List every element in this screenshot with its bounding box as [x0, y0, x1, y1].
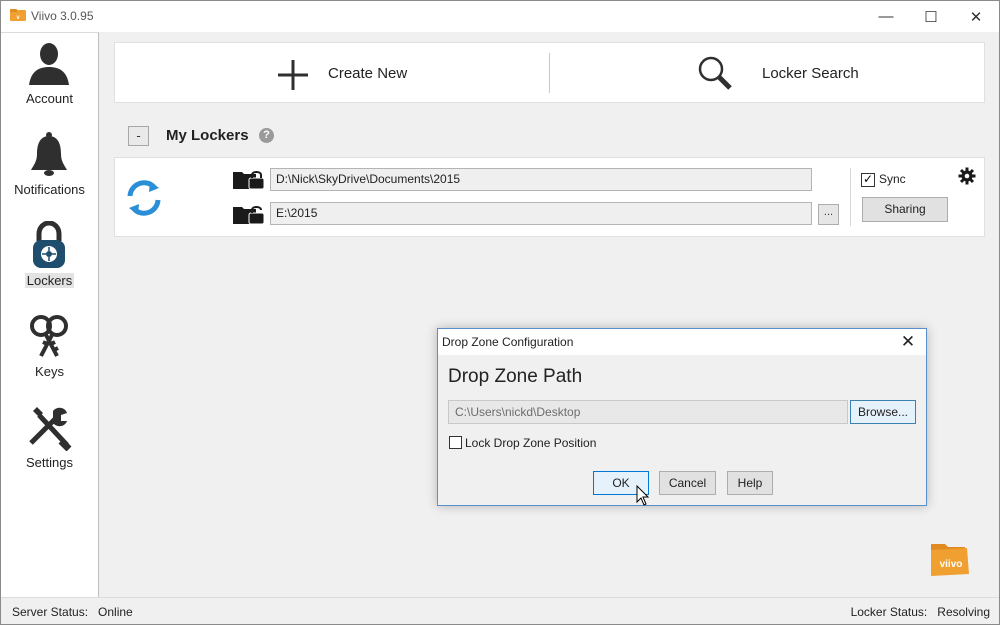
create-new-label: Create New — [328, 65, 408, 82]
mouse-cursor-icon — [636, 485, 650, 506]
locker-search-label: Locker Search — [762, 65, 859, 82]
sync-label: Sync — [879, 172, 906, 186]
drop-zone-heading: Drop Zone Path — [448, 366, 583, 387]
drop-zone-path-field[interactable]: C:\Users\nickd\Desktop — [448, 400, 848, 424]
sidebar-item-label-text: Lockers — [24, 273, 75, 288]
local-path-field[interactable]: E:\2015 — [270, 202, 812, 225]
browse-local-button[interactable]: ... — [818, 204, 839, 225]
plus-icon — [278, 60, 308, 90]
action-bar: Create New Locker Search — [114, 42, 985, 103]
sidebar-item-label: Account — [26, 91, 73, 106]
dialog-close-button[interactable]: ✕ — [896, 331, 920, 353]
row-divider — [850, 168, 851, 226]
search-icon — [698, 56, 732, 90]
close-button[interactable]: ✕ — [953, 1, 999, 32]
sidebar-item-label: Settings — [26, 455, 73, 470]
my-lockers-header: - My Lockers ? — [128, 125, 428, 147]
section-title: My Lockers — [166, 127, 249, 144]
sync-checkbox[interactable]: ✓ — [861, 173, 875, 187]
collapse-button[interactable]: - — [128, 126, 149, 146]
maximize-button[interactable]: ☐ — [908, 1, 954, 32]
cloud-locker-folder-icon — [233, 171, 265, 190]
lock-position-label: Lock Drop Zone Position — [465, 436, 597, 450]
sharing-button[interactable]: Sharing — [862, 197, 948, 222]
sidebar-item-notifications[interactable]: Notifications — [1, 126, 98, 212]
sidebar: Account Notifications Lockers Keys Setti… — [1, 32, 99, 597]
dialog-title-bar: Drop Zone Configuration ✕ — [438, 329, 926, 355]
sidebar-item-keys[interactable]: Keys — [1, 308, 98, 394]
sidebar-item-account[interactable]: Account — [1, 35, 98, 121]
app-window: v Viivo 3.0.95 — ☐ ✕ Account Notificatio… — [0, 0, 1000, 625]
bell-icon — [31, 132, 67, 176]
create-new-button[interactable]: Create New — [115, 43, 550, 104]
drop-zone-browse-button[interactable]: Browse... — [850, 400, 916, 424]
server-status-value: Online — [98, 605, 133, 619]
sidebar-item-lockers[interactable]: Lockers — [1, 217, 98, 303]
locker-search-button[interactable]: Locker Search — [551, 43, 986, 104]
viivo-app-icon: v — [10, 9, 26, 21]
locker-row: D:\Nick\SkyDrive\Documents\2015 E:\2015 … — [114, 157, 985, 237]
dialog-title: Drop Zone Configuration — [442, 335, 574, 349]
status-bar: Server Status: Online Locker Status: Res… — [1, 597, 999, 624]
drop-zone-dialog: Drop Zone Configuration ✕ Drop Zone Path… — [437, 328, 927, 506]
sidebar-item-label: Keys — [35, 364, 64, 379]
sync-status-icon — [127, 180, 161, 216]
viivo-logo: viivo — [931, 544, 969, 576]
gear-icon[interactable] — [958, 167, 976, 185]
keys-icon — [30, 315, 68, 357]
lock-position-checkbox[interactable] — [449, 436, 462, 449]
help-icon[interactable]: ? — [259, 128, 274, 143]
svg-text:viivo: viivo — [940, 559, 963, 570]
help-button[interactable]: Help — [727, 471, 773, 495]
padlock-icon — [33, 221, 65, 268]
server-status-label: Server Status: — [12, 605, 89, 619]
local-locker-folder-icon — [233, 206, 265, 225]
cancel-button[interactable]: Cancel — [659, 471, 716, 495]
locker-status-value: Resolving — [937, 605, 990, 619]
server-status: Server Status: Online — [12, 605, 133, 619]
cloud-path-field[interactable]: D:\Nick\SkyDrive\Documents\2015 — [270, 168, 812, 191]
sidebar-item-label: Lockers — [1, 273, 98, 288]
title-bar: v Viivo 3.0.95 — ☐ ✕ — [1, 1, 999, 32]
window-title: Viivo 3.0.95 — [31, 9, 94, 23]
locker-status: Locker Status: Resolving — [851, 605, 990, 619]
action-divider — [549, 53, 550, 93]
sidebar-item-settings[interactable]: Settings — [1, 399, 98, 485]
locker-status-label: Locker Status: — [850, 605, 928, 619]
sidebar-item-label: Notifications — [14, 182, 85, 197]
user-silhouette-icon — [29, 43, 69, 85]
main-panel: Create New Locker Search - My Lockers ? — [100, 32, 999, 597]
minimize-button[interactable]: — — [863, 1, 909, 32]
wrench-screwdriver-icon — [29, 407, 72, 451]
